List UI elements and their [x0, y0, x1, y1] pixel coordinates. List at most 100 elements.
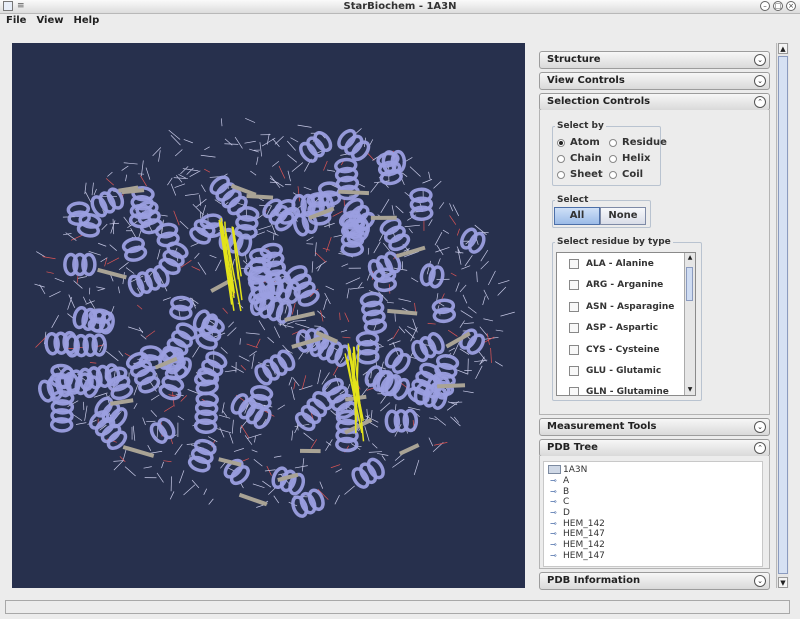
bond-stick: [231, 419, 234, 434]
bond-stick: [290, 137, 299, 143]
list-item[interactable]: GLU - Glutamic: [557, 360, 683, 381]
radio-chain[interactable]: Chain: [557, 153, 602, 164]
pdb-tree-panel-header[interactable]: PDB Tree ⌃: [539, 439, 770, 457]
collapse-chevron-icon[interactable]: ⌃: [754, 96, 766, 108]
radio-unchecked-icon: [609, 170, 617, 179]
list-item[interactable]: CYS - Cysteine: [557, 339, 683, 360]
residue-list-scrollbar[interactable]: ▲ ▼: [684, 253, 695, 395]
select-none-button[interactable]: None: [600, 207, 646, 225]
radio-helix[interactable]: Helix: [609, 153, 650, 164]
expand-chevron-icon[interactable]: ⌄: [754, 54, 766, 66]
checkbox-icon[interactable]: [569, 322, 579, 333]
molecule-viewer[interactable]: [12, 43, 525, 588]
radio-coil[interactable]: Coil: [609, 169, 643, 180]
scroll-thumb[interactable]: [778, 56, 788, 574]
bond-stick: [216, 428, 232, 434]
residue-list[interactable]: ALA - Alanine ARG - Arganine ASN - Aspar…: [556, 252, 696, 396]
tree-item[interactable]: B: [563, 487, 569, 497]
bond-stick: [325, 285, 335, 291]
bond-stick: [246, 433, 262, 439]
radio-unchecked-icon: [609, 154, 617, 163]
maximize-icon[interactable]: □: [773, 1, 783, 11]
bond-stick: [264, 469, 276, 472]
bond-stick: [291, 302, 296, 315]
bond-stick: [303, 186, 312, 191]
selection-controls-panel-header[interactable]: Selection Controls ⌃: [539, 93, 770, 111]
bond-stick: [77, 276, 87, 279]
bond-stick: [200, 154, 216, 158]
scroll-up-arrow-icon[interactable]: ▲: [685, 253, 695, 263]
expand-chevron-icon[interactable]: ⌄: [754, 75, 766, 87]
menu-help[interactable]: Help: [67, 14, 103, 28]
scroll-down-arrow-icon[interactable]: ▼: [685, 385, 695, 395]
radio-atom[interactable]: Atom: [557, 137, 600, 148]
checkbox-icon[interactable]: [569, 344, 579, 355]
folder-icon: [548, 465, 561, 474]
tree-node-icon: ⊸: [550, 519, 557, 528]
pdb-tree[interactable]: 1A3N ⊸ A ⊸ B ⊸ C ⊸ D ⊸ HEM_142 ⊸ HEM_147…: [543, 461, 763, 567]
radio-sheet[interactable]: Sheet: [557, 169, 603, 180]
tree-item[interactable]: D: [563, 508, 570, 518]
tree-item[interactable]: HEM_147: [563, 551, 605, 561]
tree-item[interactable]: C: [563, 497, 569, 507]
bond-stick: [306, 236, 314, 242]
list-item[interactable]: ASN - Asparagine: [557, 296, 683, 317]
bond-stick: [411, 277, 419, 283]
tree-item[interactable]: HEM_142: [563, 519, 605, 529]
expand-chevron-icon[interactable]: ⌄: [754, 421, 766, 433]
checkbox-icon[interactable]: [569, 258, 579, 269]
bond-stick: [125, 267, 135, 274]
select-all-button[interactable]: All: [554, 207, 600, 225]
close-icon[interactable]: ×: [786, 1, 796, 11]
bond-stick: [239, 338, 241, 345]
menu-file[interactable]: File: [0, 14, 30, 28]
bond-stick: [240, 426, 242, 433]
panel-scrollbar[interactable]: ▲ ▼: [776, 43, 789, 588]
bond-stick: [277, 404, 286, 410]
structure-panel-header[interactable]: Structure ⌄: [539, 51, 770, 69]
measurement-tools-panel-header[interactable]: Measurement Tools ⌄: [539, 418, 770, 436]
collapse-chevron-icon[interactable]: ⌃: [754, 442, 766, 454]
bond-stick: [121, 165, 129, 171]
checkbox-icon[interactable]: [569, 365, 579, 376]
view-controls-panel-header[interactable]: View Controls ⌄: [539, 72, 770, 90]
tree-item[interactable]: HEM_147: [563, 529, 605, 539]
minimize-icon[interactable]: –: [760, 1, 770, 11]
scroll-down-arrow-icon[interactable]: ▼: [778, 577, 788, 588]
helix-ribbon: [254, 349, 296, 386]
tree-item[interactable]: A: [563, 476, 569, 486]
bond-stick: [49, 291, 61, 298]
menu-view[interactable]: View: [30, 14, 67, 28]
pdb-information-panel-header[interactable]: PDB Information ⌄: [539, 572, 770, 590]
bond-stick: [105, 350, 119, 362]
checkbox-icon[interactable]: [569, 279, 579, 290]
list-item[interactable]: ALA - Alanine: [557, 253, 683, 274]
radio-residue[interactable]: Residue: [609, 137, 667, 148]
checkbox-icon[interactable]: [569, 386, 579, 395]
bond-stick: [67, 296, 73, 310]
bond-stick: [252, 483, 265, 488]
bond-stick: [268, 487, 277, 495]
expand-chevron-icon[interactable]: ⌄: [754, 575, 766, 587]
bond-stick: [123, 162, 138, 165]
bond-stick: [293, 381, 296, 390]
bond-stick: [150, 409, 158, 417]
bond-stick: [455, 282, 460, 292]
bond-stick: [106, 257, 120, 265]
tree-item[interactable]: HEM_142: [563, 540, 605, 550]
sheet-strand: [122, 445, 155, 458]
bond-stick: [459, 284, 467, 293]
list-item[interactable]: ASP - Aspartic: [557, 317, 683, 338]
bond-stick: [112, 218, 115, 235]
bond-stick: [51, 315, 59, 329]
checkbox-icon[interactable]: [569, 301, 579, 312]
bond-stick: [340, 356, 345, 363]
list-item[interactable]: GLN - Glutamine: [557, 381, 683, 395]
tree-root[interactable]: 1A3N: [563, 465, 587, 475]
scroll-thumb[interactable]: [686, 267, 693, 301]
list-item[interactable]: ARG - Arganine: [557, 274, 683, 295]
bond-stick: [218, 414, 231, 419]
bond-stick: [487, 270, 496, 286]
scroll-up-arrow-icon[interactable]: ▲: [778, 43, 788, 54]
bond-stick: [222, 410, 228, 417]
